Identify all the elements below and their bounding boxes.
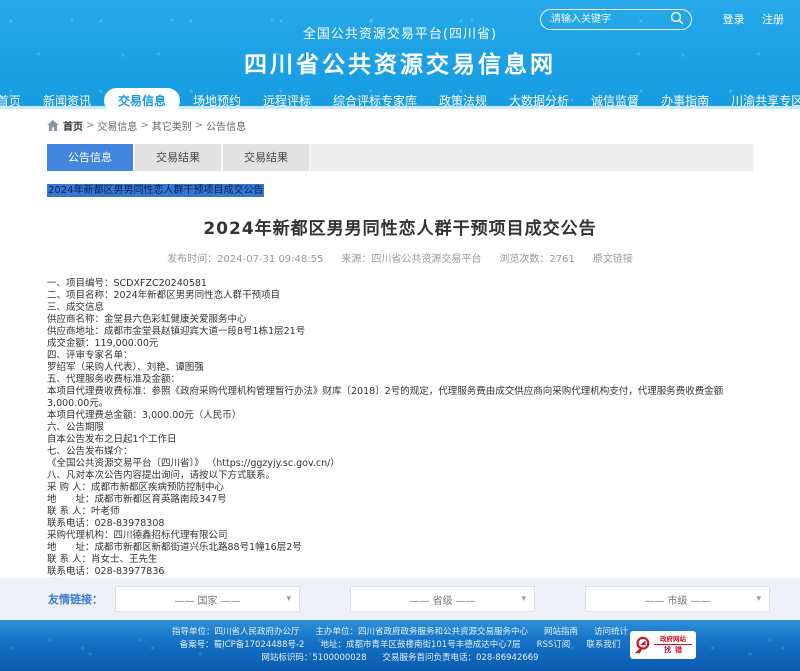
- article-body-line: 联系电话：028-83978308: [47, 518, 753, 530]
- badge-title: 政府网站: [654, 634, 692, 645]
- auth-links: 登录 注册: [709, 11, 785, 27]
- search-row: [540, 7, 692, 28]
- footer-text: 备案号：蜀ICP备17024488号-2: [180, 640, 305, 650]
- chevron-down-icon: ▾: [286, 594, 291, 604]
- site-footer: 指导单位：四川省人民政府办公厅 主办单位：四川省政府政务服务和公共资源交易服务中心…: [0, 620, 800, 671]
- article-body-line: 八、凡对本次公告内容提出询问，请按以下方式联系。: [47, 470, 753, 482]
- search-box: [540, 7, 692, 28]
- article-body-line: 六、公告期限: [47, 422, 753, 434]
- article-body-line: 一、项目编号：SCDXFZC20240581: [47, 278, 753, 290]
- breadcrumb-item[interactable]: 其它类别: [152, 118, 192, 133]
- article-body: 一、项目编号：SCDXFZC20240581二、项目名称：2024年新都区男男同…: [47, 278, 753, 578]
- article-body-line: 采 购 人：成都市新都区疾病预防控制中心: [47, 482, 753, 494]
- nav-item[interactable]: 首页: [0, 88, 30, 113]
- article-body-line: 采购代理机构：四川德鑫招标代理有限公司: [47, 530, 753, 542]
- article-body-line: 联 系 人：肖女士、王先生: [47, 554, 753, 566]
- breadcrumb-items: 首页>交易信息>其它类别>公告信息: [63, 118, 246, 133]
- meta-text: 发布时间：2024-07-31 09:48:55: [167, 254, 323, 265]
- login-link[interactable]: 登录: [723, 13, 745, 26]
- main-nav: 首页新闻资讯交易信息场地预约远程评标综合评标专家库政策法规大数据分析诚信监督办事…: [0, 88, 800, 113]
- breadcrumb: 首页>交易信息>其它类别>公告信息: [47, 118, 753, 133]
- register-link[interactable]: 注册: [762, 13, 784, 26]
- footer-text: 交易服务首问负责电话：028-86942669: [383, 653, 539, 663]
- nav-item[interactable]: 川渝共享专区: [722, 88, 800, 113]
- nav-item[interactable]: 交易信息: [104, 88, 180, 113]
- badge-subtitle: 找错: [654, 645, 692, 656]
- friend-links-selects: —— 国家 —— ▾ —— 省级 —— ▾ —— 市级 —— ▾: [115, 586, 770, 612]
- nav-item[interactable]: 大数据分析: [500, 88, 578, 113]
- nav-item[interactable]: 场地预约: [184, 88, 250, 113]
- breadcrumb-separator: >: [140, 120, 148, 131]
- friend-link-select[interactable]: —— 国家 —— ▾: [115, 586, 300, 612]
- article-body-line: 联 系 人：叶老师: [47, 506, 753, 518]
- tab-交易结果[interactable]: 交易结果: [223, 144, 311, 171]
- article-body-line: 地 址：成都市新都区育英路南段347号: [47, 494, 753, 506]
- article-body-line: 自本公告发布之日起1个工作日: [47, 434, 753, 446]
- meta-text: 来源：四川省公共资源交易平台: [341, 254, 481, 265]
- footer-text: 指导单位：四川省人民政府办公厅: [172, 627, 300, 637]
- friend-link-select[interactable]: —— 省级 —— ▾: [350, 586, 535, 612]
- nav-item[interactable]: 远程评标: [254, 88, 320, 113]
- article-body-line: 联系电话：028-83977836: [47, 566, 753, 578]
- home-icon[interactable]: [47, 120, 59, 131]
- select-value: —— 省级 ——: [409, 592, 475, 607]
- original-article-link[interactable]: 原文链接: [593, 254, 633, 265]
- magnifier-flag-icon: [633, 635, 651, 655]
- footer-link[interactable]: RSS订阅: [537, 640, 571, 650]
- friend-links-bar: 友情链接： —— 国家 —— ▾ —— 省级 —— ▾ —— 市级 —— ▾: [0, 578, 800, 620]
- chevron-down-icon: ▾: [756, 594, 761, 604]
- select-value: —— 市级 ——: [644, 592, 710, 607]
- article-body-line: 三、成交信息: [47, 302, 753, 314]
- friend-link-select[interactable]: —— 市级 —— ▾: [585, 586, 770, 612]
- article-body-line: 本项目代理费收费标准：参照《政府采购代理机构管理暂行办法》财库〔2018〕2号的…: [47, 386, 753, 410]
- announcement-link-highlighted[interactable]: 2024年新都区男男同性恋人群干预项目成交公告: [47, 184, 264, 197]
- site-title: 四川省公共资源交易信息网: [0, 45, 800, 79]
- tab-公告信息[interactable]: 公告信息: [47, 144, 135, 171]
- article-title: 2024年新都区男男同性恋人群干预项目成交公告: [47, 214, 753, 239]
- footer-text: 主办单位：四川省政府政务服务和公共资源交易服务中心: [315, 627, 528, 637]
- tab-交易结果[interactable]: 交易结果: [135, 144, 223, 171]
- footer-link[interactable]: 网站指南: [544, 627, 578, 637]
- article-meta: 发布时间：2024-07-31 09:48:55 来源：四川省公共资源交易平台 浏览…: [47, 250, 753, 265]
- nav-item[interactable]: 新闻资讯: [34, 88, 100, 113]
- tab-bar: 公告信息交易结果交易结果: [47, 144, 753, 171]
- article-body-line: 供应商地址：成都市金堂县赵镇迎宾大道一段8号1栋1层21号: [47, 326, 753, 338]
- site-header: 登录 注册 全国公共资源交易平台(四川省) 四川省公共资源交易信息网 首页新闻资…: [0, 0, 800, 106]
- article-body-line: 罗绍军（采购人代表）、刘艳、谭图强: [47, 362, 753, 374]
- article-body-line: 本项目代理费总金额：3,000.00元（人民币）: [47, 410, 753, 422]
- footer-text: 地址：成都市青羊区鼓楼南街101号丰德成达中心7层: [320, 640, 520, 650]
- article-body-line: 成交金额：119,000.00元: [47, 338, 753, 350]
- article-body-line: 二、项目名称：2024年新都区男男同性恋人群干预项目: [47, 290, 753, 302]
- nav-item[interactable]: 办事指南: [652, 88, 718, 113]
- badge-text: 政府网站 找错: [654, 634, 692, 656]
- nav-item[interactable]: 诚信监督: [582, 88, 648, 113]
- article-body-line: 地 址：成都市新都区新都街道兴乐北路88号1幢16层2号: [47, 542, 753, 554]
- footer-link[interactable]: 联系我们: [586, 640, 620, 650]
- select-value: —— 国家 ——: [174, 592, 240, 607]
- breadcrumb-item[interactable]: 首页: [63, 118, 83, 133]
- chevron-down-icon: ▾: [521, 594, 526, 604]
- nav-item[interactable]: 政策法规: [430, 88, 496, 113]
- friend-links-label: 友情链接：: [48, 591, 103, 607]
- footer-link[interactable]: 访问统计: [594, 627, 628, 637]
- article-body-line: 七、公告发布媒介：: [47, 446, 753, 458]
- breadcrumb-separator: >: [195, 120, 203, 131]
- nav-item[interactable]: 综合评标专家库: [324, 88, 426, 113]
- footer-text: 网站标识码：5100000028: [261, 653, 366, 663]
- gov-error-badge[interactable]: 政府网站 找错: [630, 631, 696, 659]
- article-body-line: 供应商名称：金堂县六色彩虹健康关爱服务中心: [47, 314, 753, 326]
- main-content: 首页>交易信息>其它类别>公告信息 公告信息交易结果交易结果 2024年新都区男…: [47, 118, 753, 590]
- breadcrumb-separator: >: [86, 120, 94, 131]
- article-body-line: 五、代理服务收费标准及金额：: [47, 374, 753, 386]
- article-body-line: 《全国公共资源交易平台〔四川省〕》 （https://ggzyjy.sc.gov…: [47, 458, 753, 470]
- breadcrumb-item[interactable]: 交易信息: [97, 118, 137, 133]
- breadcrumb-item[interactable]: 公告信息: [206, 118, 246, 133]
- meta-text: 浏览次数：2761: [499, 254, 574, 265]
- article-body-line: 四、评审专家名单：: [47, 350, 753, 362]
- page: 登录 注册 全国公共资源交易平台(四川省) 四川省公共资源交易信息网 首页新闻资…: [0, 0, 800, 671]
- search-icon[interactable]: [670, 10, 684, 29]
